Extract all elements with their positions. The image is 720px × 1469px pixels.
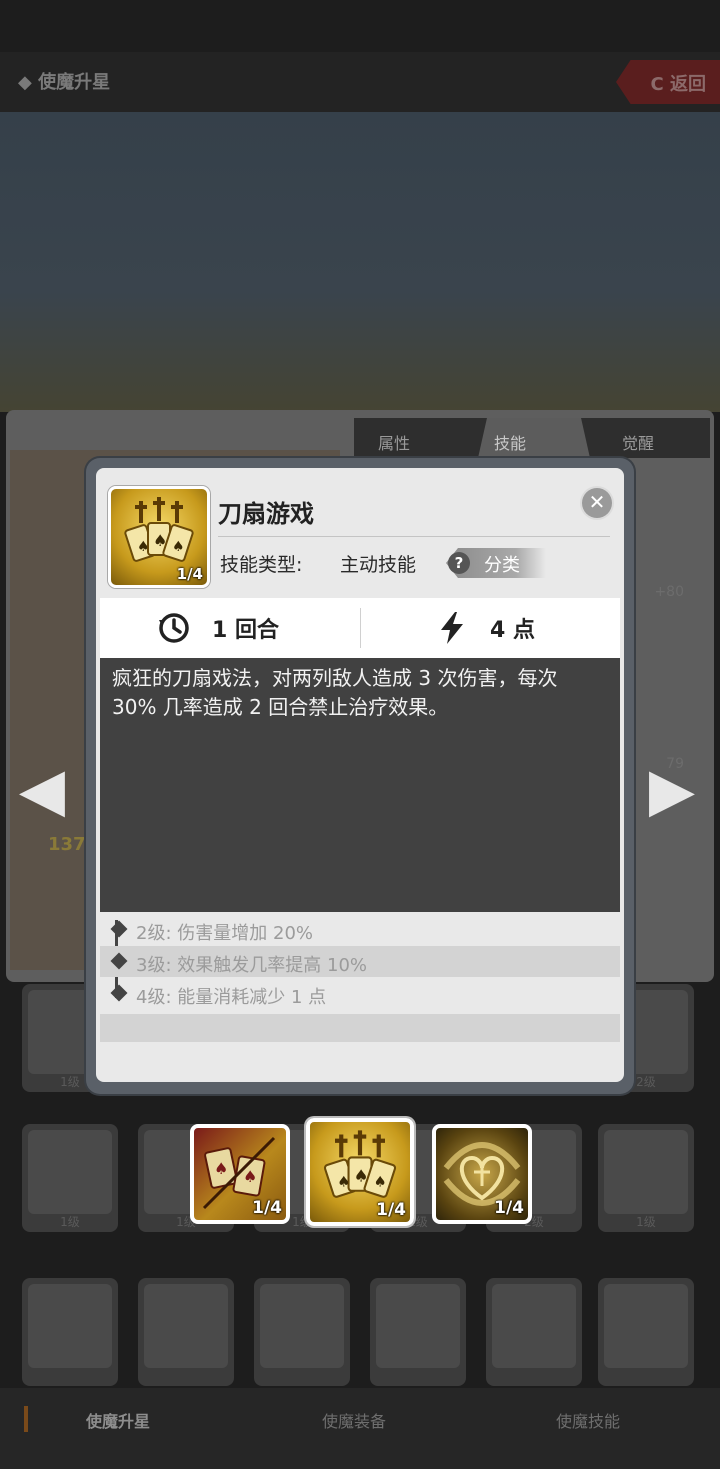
tab-skills[interactable]: 技能 (494, 430, 526, 454)
skill-slot-3[interactable]: 1/4 (432, 1124, 532, 1224)
svg-text:♠: ♠ (214, 1159, 228, 1178)
svg-text:♠: ♠ (337, 1174, 350, 1191)
level-row: 4级: 能量消耗减少 1 点 (100, 978, 620, 1009)
previous-arrow-icon[interactable]: ◀ (18, 750, 66, 830)
energy-icon (441, 612, 463, 644)
familiar-tile[interactable]: 1级 (22, 1124, 118, 1232)
svg-text:♠: ♠ (374, 1174, 387, 1191)
skill-popup: ♠ ♠ ♠ 1/4 刀扇游戏 技能类型: 主动技能 ? 分类 ✕ 1 回合 4 … (96, 468, 624, 1082)
level-number: 2级: (136, 923, 172, 944)
page-title: ◆ 使魔升星 (18, 72, 111, 93)
skill-description: 疯狂的刀扇戏法，对两列敌人造成 3 次伤害，每次 30% 几率造成 2 回合禁止… (112, 666, 558, 719)
skill-level-badge: 1/4 (176, 565, 203, 583)
level-effect: 伤害量增加 20% (177, 923, 313, 944)
level-number: 3级: (136, 955, 172, 976)
skill-type-value: 主动技能 (340, 554, 417, 576)
skill-slot-badge: 1/4 (494, 1198, 524, 1218)
bottom-tab-equipment[interactable]: 使魔装备 (322, 1408, 386, 1432)
familiar-tile[interactable] (22, 1278, 118, 1386)
familiar-tile[interactable] (598, 1278, 694, 1386)
level-bullet-icon (110, 920, 128, 938)
question-icon[interactable]: ? (448, 552, 470, 574)
svg-text:♠: ♠ (243, 1167, 257, 1186)
level-effect: 效果触发几率提高 10% (177, 955, 367, 976)
svg-text:♠: ♠ (137, 539, 150, 555)
familiar-tile[interactable] (370, 1278, 466, 1386)
bottom-tab-upgrade[interactable]: 使魔升星 (86, 1408, 150, 1432)
level-effect: 能量消耗减少 1 点 (177, 987, 327, 1008)
side-stat-2: 79 (666, 756, 684, 772)
skill-slot-badge: 1/4 (376, 1200, 406, 1220)
skill-slot-2[interactable]: ♠ ♠ ♠ 1/4 (306, 1118, 414, 1226)
skill-slot-badge: 1/4 (252, 1198, 282, 1218)
close-button[interactable]: ✕ (582, 488, 612, 518)
close-icon: ✕ (588, 490, 606, 514)
level-row: 2级: 伤害量增加 20% (100, 914, 620, 945)
cooldown-value: 1 回合 (212, 618, 279, 643)
level-bullet-icon (110, 952, 128, 970)
svg-text:♠: ♠ (153, 531, 167, 550)
energy-value: 4 点 (490, 618, 535, 643)
svg-text:♠: ♠ (354, 1166, 369, 1185)
tab-awaken[interactable]: 觉醒 (622, 430, 654, 454)
skill-name: 刀扇游戏 (218, 500, 314, 528)
level-number: 4级: (136, 987, 172, 1008)
familiar-tile[interactable] (138, 1278, 234, 1386)
divider (218, 536, 610, 537)
familiar-tile[interactable]: 1级 (598, 1124, 694, 1232)
familiar-tile[interactable] (254, 1278, 350, 1386)
cooldown-icon (159, 613, 189, 643)
bottom-tab-marker (24, 1406, 28, 1432)
skill-slot-1[interactable]: ♠ ♠ 1/4 (190, 1124, 290, 1224)
tab-attributes[interactable]: 属性 (378, 430, 410, 454)
skill-icon: ♠ ♠ ♠ 1/4 (108, 486, 210, 588)
category-label[interactable]: 分类 (484, 551, 520, 577)
bottom-tab-skills[interactable]: 使魔技能 (556, 1408, 620, 1432)
svg-text:♠: ♠ (172, 539, 185, 555)
familiar-tile[interactable] (486, 1278, 582, 1386)
side-stat-1: +80 (654, 584, 684, 600)
level-row: 3级: 效果触发几率提高 10% (100, 946, 620, 977)
hero-scene (0, 112, 720, 412)
level-row-empty (100, 1014, 620, 1042)
attack-value: 137 (48, 834, 86, 855)
level-bullet-icon (110, 984, 128, 1002)
skill-type-label: 技能类型: (220, 554, 303, 576)
stats-divider (360, 608, 361, 648)
back-button-label: C 返回 (650, 74, 706, 95)
